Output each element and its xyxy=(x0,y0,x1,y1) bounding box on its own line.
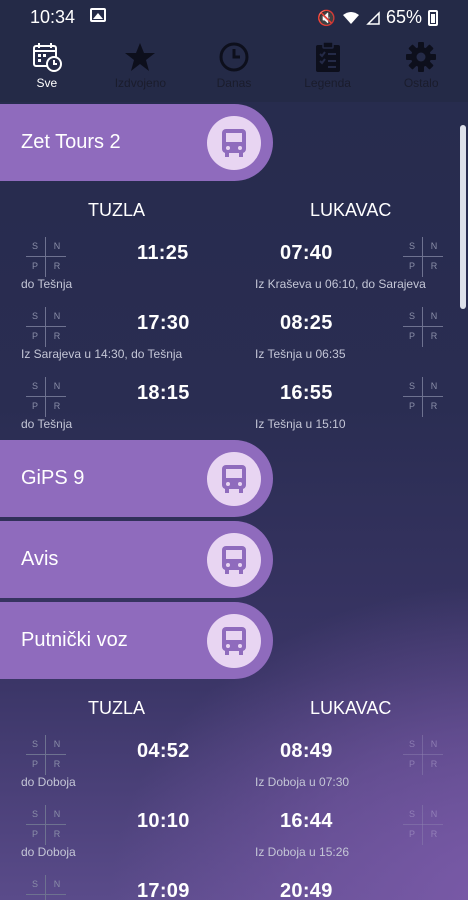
operator-header[interactable]: Putnički voz xyxy=(0,602,273,679)
return-note: Iz Doboja u 15:26 xyxy=(255,845,350,859)
departure-note: do Tešnja xyxy=(21,417,73,431)
departure-time[interactable]: 17:09 xyxy=(137,880,190,900)
return-time[interactable]: 20:49 xyxy=(280,880,333,900)
legend-grid-icon: SNPR xyxy=(403,735,443,775)
table-row: SNPR 10:10 16:44 SNPR do Doboja Iz Doboj… xyxy=(0,805,468,875)
tab-label-ostalo: Ostalo xyxy=(403,76,439,90)
operator-name: Avis xyxy=(21,548,59,570)
legend-grid-icon: SNPR xyxy=(26,875,66,900)
legend-grid-icon: SNPR xyxy=(403,805,443,845)
table-row: SNPR 04:52 08:49 SNPR do Doboja Iz Doboj… xyxy=(0,735,468,805)
calendar-clock-icon xyxy=(30,40,64,74)
operator-header[interactable]: Avis xyxy=(0,521,273,598)
battery-icon xyxy=(428,9,438,26)
clipboard-list-icon xyxy=(314,40,342,74)
departure-note: Iz Sarajeva u 14:30, do Tešnja xyxy=(21,347,183,361)
legend-grid-icon: SNPR xyxy=(26,377,66,417)
operator-name: Putnički voz xyxy=(21,629,128,651)
departure-time[interactable]: 11:25 xyxy=(137,242,189,265)
legend-grid-icon: SNPR xyxy=(26,735,66,775)
departure-note: do Doboja xyxy=(21,845,76,859)
return-time[interactable]: 08:25 xyxy=(280,312,333,335)
operator-header[interactable]: GiPS 9 xyxy=(0,440,273,517)
legend-grid-icon: SNPR xyxy=(403,237,443,277)
bus-icon xyxy=(207,613,261,668)
legend-grid-icon: SNPR xyxy=(26,805,66,845)
departure-time[interactable]: 18:15 xyxy=(137,382,190,405)
mute-icon: 🔇 xyxy=(317,9,336,27)
status-bar: 10:34 🔇 65% xyxy=(0,0,468,32)
return-note: Iz Tešnja u 06:35 xyxy=(255,347,346,361)
operator-header[interactable]: Zet Tours 2 xyxy=(0,104,273,181)
city-to: LUKAVAC xyxy=(310,698,392,718)
tab-ostalo[interactable]: Ostalo xyxy=(374,32,468,102)
tab-izdvojeno[interactable]: Izdvojeno xyxy=(94,32,188,102)
gallery-notification-icon xyxy=(90,8,106,22)
operator-name: Zet Tours 2 xyxy=(21,131,121,153)
return-note: Iz Tešnja u 15:10 xyxy=(255,417,346,431)
tab-label-danas: Danas xyxy=(216,76,252,90)
return-time[interactable]: 16:44 xyxy=(280,810,333,833)
star-icon xyxy=(124,40,156,74)
departure-time[interactable]: 04:52 xyxy=(137,740,190,763)
table-row: SNPR 17:30 08:25 SNPR Iz Sarajeva u 14:3… xyxy=(0,307,468,377)
departure-note: do Doboja xyxy=(21,775,76,789)
operator-name: GiPS 9 xyxy=(21,467,85,489)
clock-icon xyxy=(218,40,250,74)
tab-label-izdvojeno: Izdvojeno xyxy=(114,76,167,90)
legend-grid-icon: SNPR xyxy=(26,307,66,347)
legend-grid-icon: SNPR xyxy=(403,377,443,417)
bus-icon xyxy=(207,115,261,170)
direction-header: TUZLA LUKAVAC xyxy=(0,200,468,224)
signal-icon xyxy=(366,10,380,25)
departure-note: do Tešnja xyxy=(21,277,73,291)
wifi-icon xyxy=(342,11,359,24)
gear-icon xyxy=(405,40,437,74)
bus-icon xyxy=(207,451,261,506)
legend-grid-icon: SNPR xyxy=(26,237,66,277)
direction-header: TUZLA LUKAVAC xyxy=(0,698,468,722)
scrollbar[interactable] xyxy=(460,125,466,309)
table-row: SNPR 17:09 20:49 xyxy=(0,875,468,900)
battery-percent: 65% xyxy=(385,7,422,27)
departure-time[interactable]: 10:10 xyxy=(137,810,190,833)
legend-grid-icon: SNPR xyxy=(403,307,443,347)
tab-bar: Sve Izdvojeno Danas Legenda Ostalo xyxy=(0,32,468,102)
city-from: TUZLA xyxy=(88,200,146,220)
city-to: LUKAVAC xyxy=(310,200,392,220)
city-from: TUZLA xyxy=(88,698,146,718)
status-time: 10:34 xyxy=(30,7,76,27)
return-note: Iz Kraševa u 06:10, do Sarajeva xyxy=(255,277,426,291)
return-time[interactable]: 16:55 xyxy=(280,382,333,405)
return-time[interactable]: 07:40 xyxy=(280,242,333,265)
tab-sve[interactable]: Sve xyxy=(0,32,94,102)
return-time[interactable]: 08:49 xyxy=(280,740,333,763)
tab-label-sve: Sve xyxy=(36,76,58,90)
departure-time[interactable]: 17:30 xyxy=(137,312,190,335)
table-row: SNPR 11:25 07:40 SNPR do Tešnja Iz Kraše… xyxy=(0,237,468,307)
tab-danas[interactable]: Danas xyxy=(187,32,281,102)
return-note: Iz Doboja u 07:30 xyxy=(255,775,350,789)
tab-label-legenda: Legenda xyxy=(304,76,351,90)
schedule-list[interactable]: Zet Tours 2 TUZLA LUKAVAC SNPR 11:25 07:… xyxy=(0,102,468,900)
table-row: SNPR 18:15 16:55 SNPR do Tešnja Iz Tešnj… xyxy=(0,377,468,447)
tab-legenda[interactable]: Legenda xyxy=(281,32,375,102)
bus-icon xyxy=(207,532,261,587)
